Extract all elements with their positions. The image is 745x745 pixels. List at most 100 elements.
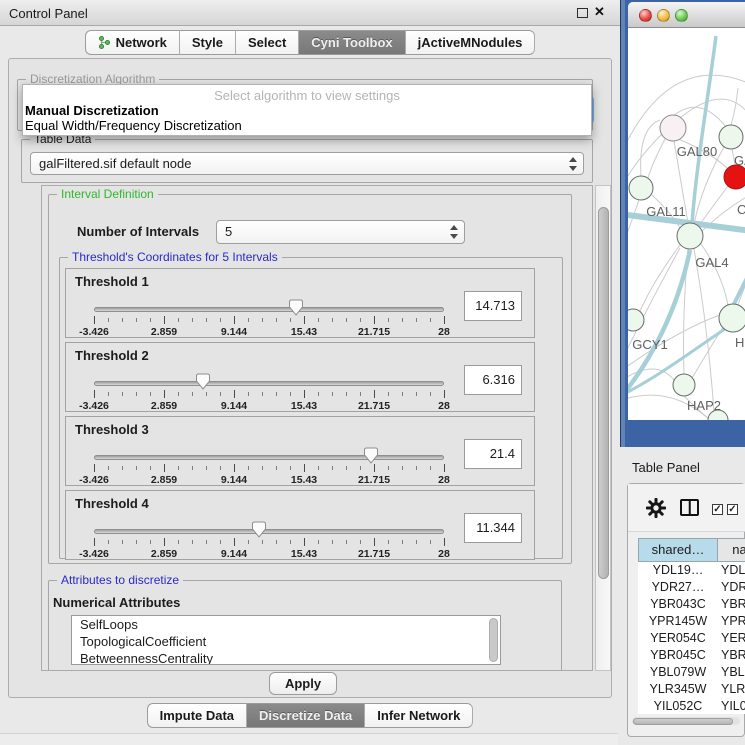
table-data-combobox[interactable]: galFiltered.sif default node — [30, 152, 584, 175]
table-row[interactable]: YBR045C YBR04 — [638, 647, 745, 664]
slider-thumb[interactable] — [251, 521, 266, 538]
slider-thumb[interactable] — [289, 299, 304, 316]
network-graph[interactable]: GAL80GACGAL11GAL4GCY1HHAP2 — [628, 28, 745, 420]
tick-label: 2.859 — [151, 326, 177, 338]
checkbox-checked-icon[interactable]: ✓ — [712, 504, 723, 515]
tick-label: -3.426 — [79, 548, 109, 560]
slider-tick-labels: -3.4262.8599.14415.4321.71528 — [94, 326, 444, 337]
close-icon[interactable]: ✕ — [594, 4, 605, 20]
slider-track[interactable] — [94, 455, 444, 460]
network-node[interactable] — [673, 374, 695, 396]
close-traffic-light-icon[interactable] — [639, 9, 652, 22]
tick-mark — [430, 392, 431, 396]
settings-scrollbar[interactable] — [595, 185, 611, 671]
table-row[interactable]: YIL052C YIL05 — [638, 698, 745, 714]
tick-mark — [360, 318, 361, 322]
network-node[interactable] — [719, 304, 745, 332]
network-edge[interactable] — [628, 200, 639, 242]
group-title: Interval Definition — [57, 187, 158, 201]
slider-ticks — [94, 538, 444, 547]
minimize-traffic-light-icon[interactable] — [657, 9, 670, 22]
network-edge[interactable] — [694, 249, 714, 412]
control-panel-tab[interactable]: Network — [85, 30, 180, 55]
network-node[interactable] — [660, 115, 686, 141]
threshold-slider[interactable]: -3.4262.8599.14415.4321.71528 — [86, 517, 452, 559]
table-panel-toolbar: ✓ ✓ — [628, 484, 745, 532]
network-edge[interactable] — [731, 88, 738, 125]
gear-icon[interactable] — [646, 498, 666, 518]
network-node[interactable] — [677, 223, 703, 249]
slider-thumb[interactable] — [363, 447, 378, 464]
network-canvas[interactable]: GAL80GACGAL11GAL4GCY1HHAP2 — [628, 28, 745, 420]
threshold-slider[interactable]: -3.4262.8599.14415.4321.71528 — [86, 443, 452, 485]
slider-track[interactable] — [94, 307, 444, 312]
cell-name: YDL19 — [718, 562, 745, 579]
group-title: Attributes to discretize — [57, 573, 183, 587]
network-edge[interactable] — [641, 120, 660, 176]
table-row[interactable]: YPR145W YPR14 — [638, 613, 745, 630]
slider-track[interactable] — [94, 381, 444, 386]
table-row[interactable]: YBL079W YBL07 — [638, 664, 745, 681]
tick-mark — [206, 318, 207, 322]
attribute-name: SelfLoops — [80, 617, 138, 632]
interval-definition-group: Interval Definition Number of Intervals … — [48, 194, 572, 564]
cyni-mode-tab[interactable]: Discretize Data — [247, 703, 365, 728]
tick-mark — [290, 466, 291, 470]
table-horizontal-scrollbar[interactable] — [632, 717, 740, 725]
network-node[interactable] — [628, 309, 644, 331]
network-node[interactable] — [719, 125, 743, 149]
network-node[interactable] — [724, 165, 745, 189]
attribute-list-item[interactable]: SelfLoops — [72, 616, 500, 633]
table-row[interactable]: YER054C YER05 — [638, 630, 745, 647]
tab-label: Cyni Toolbox — [311, 35, 392, 50]
column-header-shared-name[interactable]: shared… — [638, 538, 718, 562]
scrollbar-thumb[interactable] — [633, 718, 733, 725]
table-row[interactable]: YLR345W YLR34 — [638, 681, 745, 698]
threshold-value-field[interactable]: 11.344 — [464, 513, 522, 543]
control-panel-tab[interactable]: Select — [236, 30, 299, 55]
option-label: Equal Width/Frequency Discretization — [25, 118, 242, 133]
tick-mark — [234, 464, 235, 472]
table-row[interactable]: YBR043C YBR04 — [638, 596, 745, 613]
column-header-name[interactable]: name — [718, 538, 745, 562]
list-scrollbar[interactable] — [489, 618, 498, 662]
network-node[interactable] — [629, 176, 653, 200]
float-window-icon[interactable] — [577, 8, 588, 18]
tick-mark — [262, 466, 263, 470]
combo-stepper-icon — [450, 225, 459, 239]
checkbox-checked-icon[interactable]: ✓ — [727, 504, 738, 515]
cyni-mode-tab[interactable]: Impute Data — [147, 703, 247, 728]
cyni-mode-tab[interactable]: Infer Network — [365, 703, 473, 728]
zoom-traffic-light-icon[interactable] — [675, 9, 688, 22]
attribute-list-item[interactable]: TopologicalCoefficient — [72, 633, 500, 650]
tick-mark — [276, 540, 277, 544]
threshold-slider[interactable]: -3.4262.8599.14415.4321.71528 — [86, 295, 452, 337]
slider-thumb[interactable] — [195, 373, 210, 390]
slider-track[interactable] — [94, 529, 444, 534]
control-panel: Control Panel ✕ Network Style — [0, 0, 620, 745]
attribute-list-item[interactable]: BetweennessCentrality — [72, 650, 500, 665]
threshold-value-field[interactable]: 21.4 — [464, 439, 522, 469]
network-edge[interactable] — [701, 244, 728, 305]
scrollbar-thumb[interactable] — [598, 207, 609, 579]
tick-mark — [122, 540, 123, 544]
cell-name: YIL05 — [718, 698, 745, 714]
threshold-slider[interactable]: -3.4262.8599.14415.4321.71528 — [86, 369, 452, 411]
dropdown-option[interactable]: Equal Width/Frequency Discretization — [23, 118, 591, 133]
network-edge-highlighted[interactable] — [692, 36, 716, 224]
number-of-intervals-combobox[interactable]: 5 — [216, 220, 465, 244]
apply-button[interactable]: Apply — [269, 672, 337, 695]
tick-label: 28 — [438, 548, 450, 560]
column-view-icon[interactable] — [680, 499, 699, 516]
control-panel-tab[interactable]: Cyni Toolbox — [299, 30, 405, 55]
network-edge[interactable] — [648, 139, 665, 178]
threshold-value-field[interactable]: 14.713 — [464, 291, 522, 321]
control-panel-tab[interactable]: Style — [180, 30, 236, 55]
tick-mark — [388, 540, 389, 544]
dropdown-option[interactable]: Manual Discretization — [23, 103, 591, 118]
control-panel-tab[interactable]: jActiveMNodules — [406, 30, 536, 55]
tick-label: -3.426 — [79, 474, 109, 486]
table-row[interactable]: YDR27… YDR27 — [638, 579, 745, 596]
threshold-value-field[interactable]: 6.316 — [464, 365, 522, 395]
table-row[interactable]: YDL19… YDL19 — [638, 562, 745, 579]
